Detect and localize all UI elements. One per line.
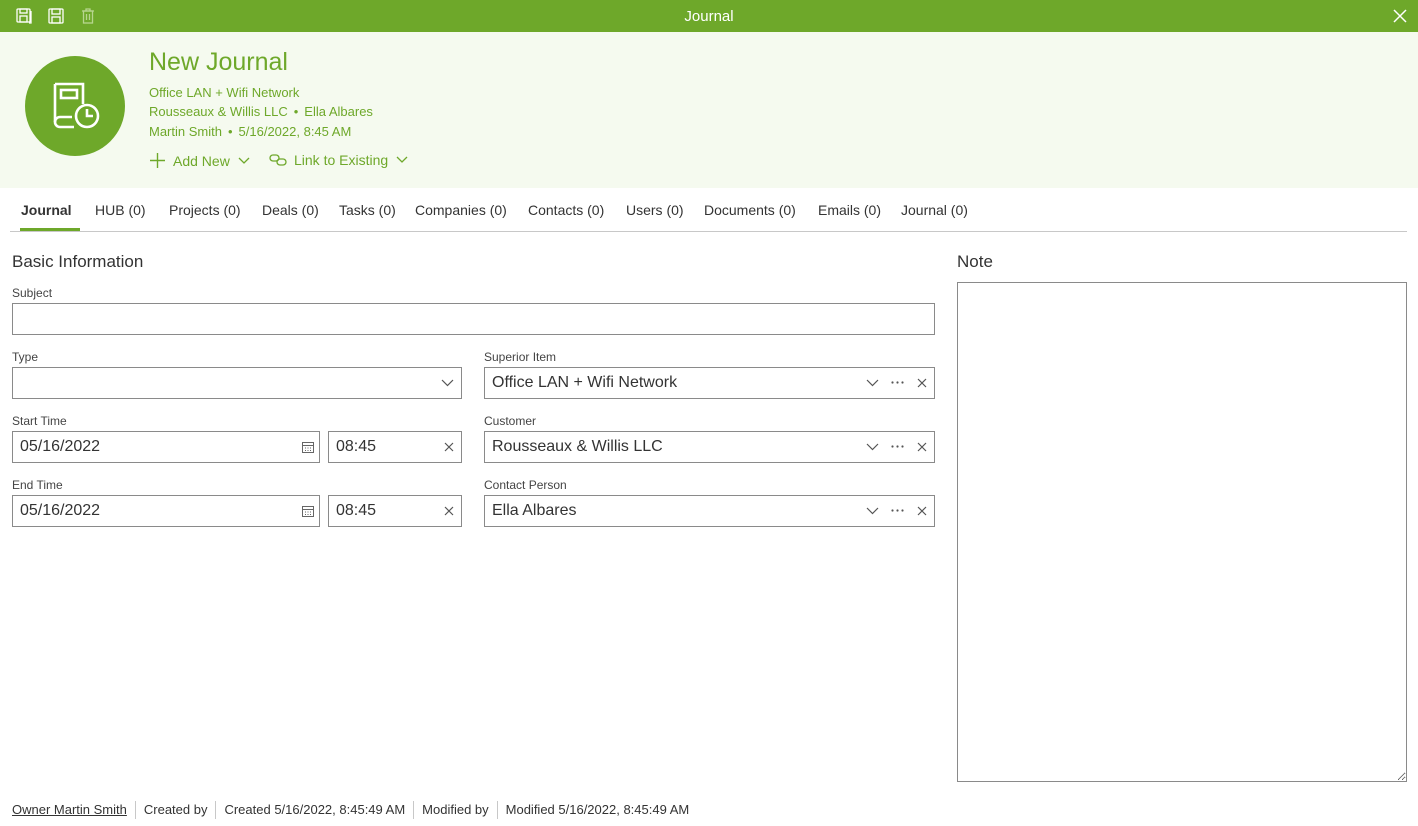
start-date-input[interactable]: 05/16/2022 — [12, 431, 320, 463]
type-select[interactable] — [12, 367, 462, 399]
customer-select[interactable]: Rousseaux & Willis LLC — [484, 431, 935, 463]
chevron-down-icon[interactable] — [866, 507, 879, 515]
header-owner-line: Martin Smith • 5/16/2022, 8:45 AM — [149, 124, 351, 139]
clear-icon[interactable] — [917, 506, 927, 516]
chevron-down-icon[interactable] — [441, 379, 454, 387]
calendar-icon[interactable] — [301, 440, 315, 454]
start-time-value: 08:45 — [336, 438, 377, 455]
record-title: New Journal — [149, 48, 288, 76]
start-date-value: 05/16/2022 — [20, 438, 101, 455]
clear-icon[interactable] — [444, 506, 454, 516]
journal-book-clock-icon — [53, 82, 100, 129]
contact-person-label: Contact Person — [484, 478, 567, 492]
customer-label: Customer — [484, 414, 537, 428]
record-footer: Owner Martin Smith Created by Created 5/… — [12, 801, 697, 819]
start-time-input[interactable]: 08:45 — [328, 431, 462, 463]
modified-timestamp: Modified 5/16/2022, 8:45:49 AM — [496, 801, 698, 819]
header-customer-line: Rousseaux & Willis LLC • Ella Albares — [149, 104, 373, 119]
title-bar: Journal — [0, 0, 1418, 32]
plus-icon — [150, 153, 165, 168]
start-time-label: Start Time — [12, 414, 67, 428]
owner-link[interactable]: Owner Martin Smith — [12, 801, 135, 819]
header-superior-item: Office LAN + Wifi Network — [149, 85, 299, 100]
end-time-value: 08:45 — [336, 502, 377, 519]
chevron-down-icon — [238, 157, 250, 164]
tab-projects[interactable]: Projects (0) — [169, 202, 241, 218]
tab-journal[interactable]: Journal — [21, 202, 72, 218]
customer-value: Rousseaux & Willis LLC — [492, 438, 663, 455]
header-contact-link[interactable]: Ella Albares — [304, 104, 373, 119]
basic-information-heading: Basic Information — [12, 252, 144, 271]
more-options-icon[interactable] — [891, 509, 904, 512]
record-header: New Journal Office LAN + Wifi Network Ro… — [0, 32, 1418, 188]
superior-item-select[interactable]: Office LAN + Wifi Network — [484, 367, 935, 399]
clear-icon[interactable] — [917, 442, 927, 452]
subject-label: Subject — [12, 286, 53, 300]
link-icon — [269, 154, 287, 166]
chevron-down-icon[interactable] — [866, 379, 879, 387]
created-by: Created by — [134, 801, 216, 819]
end-date-value: 05/16/2022 — [20, 502, 101, 519]
superior-item-label: Superior Item — [484, 350, 557, 364]
more-options-icon[interactable] — [891, 445, 904, 448]
add-new-label: Add New — [173, 152, 230, 169]
tab-deals[interactable]: Deals (0) — [262, 202, 319, 218]
header-created: 5/16/2022, 8:45 AM — [238, 124, 352, 139]
link-to-existing-label: Link to Existing — [294, 152, 389, 168]
contact-person-value: Ella Albares — [492, 502, 577, 519]
add-new-button[interactable]: Add New — [149, 152, 250, 169]
contact-person-select[interactable]: Ella Albares — [484, 495, 935, 527]
calendar-icon[interactable] — [301, 504, 315, 518]
end-time-label: End Time — [12, 478, 63, 492]
header-superior-link[interactable]: Office LAN + Wifi Network — [149, 85, 299, 100]
end-time-input[interactable]: 08:45 — [328, 495, 462, 527]
tab-users[interactable]: Users (0) — [626, 202, 684, 218]
end-date-input[interactable]: 05/16/2022 — [12, 495, 320, 527]
tab-contacts[interactable]: Contacts (0) — [528, 202, 604, 218]
superior-item-value: Office LAN + Wifi Network — [492, 374, 678, 391]
header-owner[interactable]: Martin Smith — [149, 124, 222, 139]
chevron-down-icon — [396, 156, 408, 163]
tab-journal-related[interactable]: Journal (0) — [901, 202, 968, 218]
header-separator: • — [227, 124, 233, 139]
created-timestamp: Created 5/16/2022, 8:45:49 AM — [215, 801, 413, 819]
active-tab-indicator — [20, 228, 80, 231]
tab-bar: Journal HUB (0) Projects (0) Deals (0) T… — [10, 188, 1407, 232]
subject-input[interactable] — [12, 303, 935, 335]
tab-companies[interactable]: Companies (0) — [415, 202, 507, 218]
close-icon[interactable] — [1390, 6, 1410, 26]
tab-tasks[interactable]: Tasks (0) — [339, 202, 396, 218]
note-heading: Note — [957, 252, 993, 271]
modified-by: Modified by — [413, 801, 496, 819]
header-separator: • — [293, 104, 299, 119]
chevron-down-icon[interactable] — [866, 443, 879, 451]
type-label: Type — [12, 350, 39, 364]
journal-avatar — [25, 56, 125, 156]
header-customer-link[interactable]: Rousseaux & Willis LLC — [149, 104, 288, 119]
more-options-icon[interactable] — [891, 381, 904, 384]
note-textarea[interactable] — [957, 282, 1407, 782]
window-title: Journal — [684, 8, 734, 25]
clear-icon[interactable] — [444, 442, 454, 452]
link-to-existing-button[interactable]: Link to Existing — [269, 152, 408, 168]
tab-documents[interactable]: Documents (0) — [704, 202, 796, 218]
clear-icon[interactable] — [917, 378, 927, 388]
tab-hub[interactable]: HUB (0) — [95, 202, 146, 218]
tab-emails[interactable]: Emails (0) — [818, 202, 881, 218]
